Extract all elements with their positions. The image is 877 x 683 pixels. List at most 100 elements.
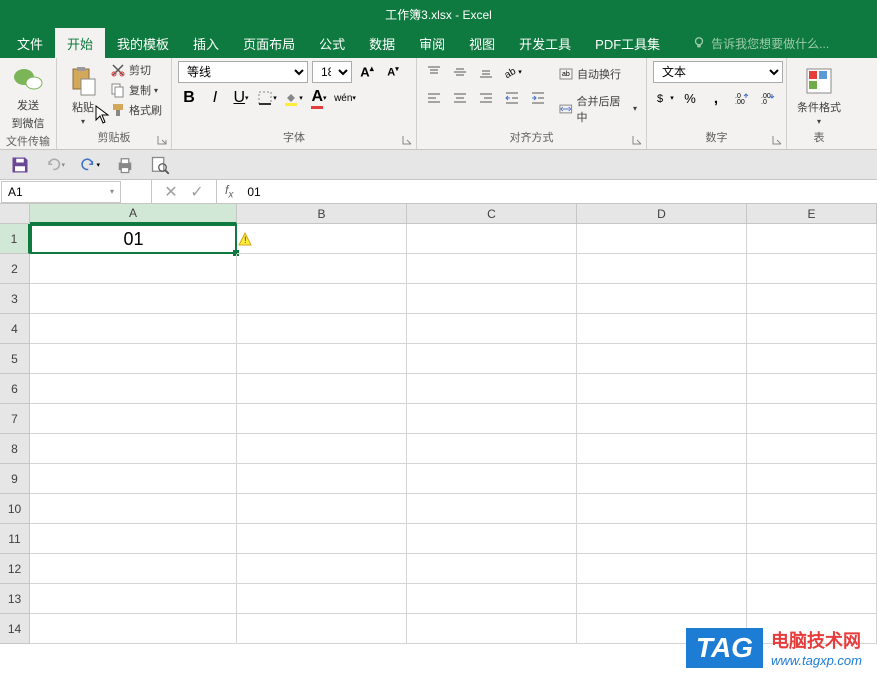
row-header-8[interactable]: 8 — [0, 434, 30, 464]
col-header-D[interactable]: D — [577, 204, 747, 224]
formula-input[interactable] — [241, 185, 877, 199]
decrease-indent-button[interactable] — [501, 87, 523, 109]
name-box[interactable]: A1 ▾ — [1, 181, 121, 203]
align-right-button[interactable] — [475, 87, 497, 109]
cell-A11[interactable] — [30, 524, 237, 554]
cell-C14[interactable] — [407, 614, 577, 644]
cell-D4[interactable] — [577, 314, 747, 344]
cell-D10[interactable] — [577, 494, 747, 524]
cell-D13[interactable] — [577, 584, 747, 614]
decrease-font-button[interactable]: A▾ — [382, 61, 404, 83]
align-center-button[interactable] — [449, 87, 471, 109]
cancel-formula-button[interactable]: ✕ — [162, 183, 180, 201]
cell-E1[interactable] — [747, 224, 877, 254]
clipboard-dialog-launcher[interactable] — [156, 134, 168, 146]
cell-D2[interactable] — [577, 254, 747, 284]
col-header-B[interactable]: B — [237, 204, 407, 224]
cell-B9[interactable] — [237, 464, 407, 494]
row-header-7[interactable]: 7 — [0, 404, 30, 434]
preview-button[interactable] — [150, 155, 170, 175]
cell-E2[interactable] — [747, 254, 877, 284]
cell-D7[interactable] — [577, 404, 747, 434]
cell-D8[interactable] — [577, 434, 747, 464]
cell-E7[interactable] — [747, 404, 877, 434]
cell-A7[interactable] — [30, 404, 237, 434]
cell-D11[interactable] — [577, 524, 747, 554]
row-header-11[interactable]: 11 — [0, 524, 30, 554]
cell-E4[interactable] — [747, 314, 877, 344]
cell-E9[interactable] — [747, 464, 877, 494]
row-header-6[interactable]: 6 — [0, 374, 30, 404]
cell-A1[interactable]: 01! — [30, 224, 237, 254]
cell-C4[interactable] — [407, 314, 577, 344]
menu-file[interactable]: 文件 — [5, 28, 55, 59]
row-header-12[interactable]: 12 — [0, 554, 30, 584]
send-wechat-button[interactable]: 发送 到微信 — [6, 61, 50, 133]
cell-B5[interactable] — [237, 344, 407, 374]
font-color-button[interactable]: A▾ — [308, 87, 330, 109]
cell-B7[interactable] — [237, 404, 407, 434]
cell-C6[interactable] — [407, 374, 577, 404]
row-header-5[interactable]: 5 — [0, 344, 30, 374]
format-painter-button[interactable]: 格式刷 — [107, 101, 165, 119]
paste-button[interactable]: 粘贴 ▾ — [63, 61, 103, 129]
cell-D1[interactable] — [577, 224, 747, 254]
cell-A2[interactable] — [30, 254, 237, 284]
align-top-button[interactable] — [423, 61, 445, 83]
tell-me-search[interactable]: 告诉我您想要做什么... — [692, 35, 829, 52]
row-header-3[interactable]: 3 — [0, 284, 30, 314]
cell-B10[interactable] — [237, 494, 407, 524]
cell-E6[interactable] — [747, 374, 877, 404]
font-size-select[interactable]: 18 — [312, 61, 352, 83]
font-dialog-launcher[interactable] — [401, 134, 413, 146]
cell-A3[interactable] — [30, 284, 237, 314]
row-header-10[interactable]: 10 — [0, 494, 30, 524]
cell-E3[interactable] — [747, 284, 877, 314]
cell-C8[interactable] — [407, 434, 577, 464]
cell-C2[interactable] — [407, 254, 577, 284]
align-left-button[interactable] — [423, 87, 445, 109]
merge-center-button[interactable]: 合并后居中 ▾ — [555, 92, 640, 126]
comma-button[interactable]: , — [705, 87, 727, 109]
cell-D5[interactable] — [577, 344, 747, 374]
conditional-format-button[interactable]: 条件格式 ▾ — [793, 61, 845, 129]
cell-B11[interactable] — [237, 524, 407, 554]
align-middle-button[interactable] — [449, 61, 471, 83]
menu-home[interactable]: 开始 — [55, 28, 105, 59]
menu-pdf[interactable]: PDF工具集 — [583, 28, 672, 59]
cell-A9[interactable] — [30, 464, 237, 494]
cell-C9[interactable] — [407, 464, 577, 494]
cell-E8[interactable] — [747, 434, 877, 464]
col-header-E[interactable]: E — [747, 204, 877, 224]
col-header-C[interactable]: C — [407, 204, 577, 224]
cell-C3[interactable] — [407, 284, 577, 314]
menu-view[interactable]: 视图 — [457, 28, 507, 59]
number-dialog-launcher[interactable] — [771, 134, 783, 146]
fill-color-button[interactable]: ▾ — [282, 87, 304, 109]
cell-B4[interactable] — [237, 314, 407, 344]
cell-B6[interactable] — [237, 374, 407, 404]
italic-button[interactable]: I — [204, 87, 226, 109]
cell-D6[interactable] — [577, 374, 747, 404]
enter-formula-button[interactable]: ✓ — [188, 183, 206, 201]
align-bottom-button[interactable] — [475, 61, 497, 83]
cell-B14[interactable] — [237, 614, 407, 644]
cell-A12[interactable] — [30, 554, 237, 584]
cell-C13[interactable] — [407, 584, 577, 614]
cell-A6[interactable] — [30, 374, 237, 404]
increase-indent-button[interactable] — [527, 87, 549, 109]
row-header-4[interactable]: 4 — [0, 314, 30, 344]
cell-A14[interactable] — [30, 614, 237, 644]
cell-E13[interactable] — [747, 584, 877, 614]
cell-A5[interactable] — [30, 344, 237, 374]
cell-B12[interactable] — [237, 554, 407, 584]
cell-E12[interactable] — [747, 554, 877, 584]
cut-button[interactable]: 剪切 — [107, 61, 165, 79]
menu-review[interactable]: 审阅 — [407, 28, 457, 59]
cell-B1[interactable] — [237, 224, 407, 254]
cell-D9[interactable] — [577, 464, 747, 494]
cell-A10[interactable] — [30, 494, 237, 524]
cell-E5[interactable] — [747, 344, 877, 374]
cell-B13[interactable] — [237, 584, 407, 614]
increase-decimal-button[interactable]: .0.00 — [731, 87, 753, 109]
